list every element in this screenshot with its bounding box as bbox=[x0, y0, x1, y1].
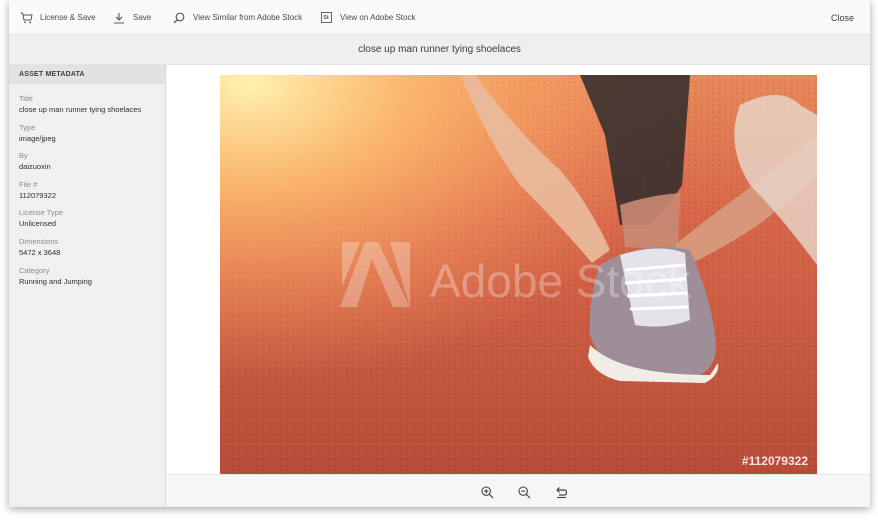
metadata-value: daizuoxin bbox=[19, 162, 51, 172]
asset-title: close up man runner tying shoelaces bbox=[9, 35, 870, 65]
view-similar-button[interactable]: View Similar from Adobe Stock bbox=[172, 0, 302, 35]
metadata-label: By bbox=[19, 151, 28, 161]
view-on-stock-label: View on Adobe Stock bbox=[340, 13, 416, 22]
preview-area: Adobe Stock #112079322 bbox=[167, 65, 870, 507]
asset-preview-image: Adobe Stock #112079322 bbox=[220, 75, 817, 474]
zoom-in-icon[interactable] bbox=[479, 484, 495, 500]
metadata-value: 112079322 bbox=[19, 190, 56, 200]
metadata-item-type: Type image/jpeg bbox=[19, 123, 165, 152]
reset-zoom-icon[interactable] bbox=[553, 484, 569, 500]
metadata-heading: ASSET METADATA bbox=[9, 65, 165, 84]
metadata-value: 5472 x 3648 bbox=[19, 247, 61, 257]
toolbar: License & Save Save View Similar from Ad… bbox=[9, 0, 870, 35]
preview-watermark: Adobe Stock bbox=[430, 255, 692, 307]
metadata-label: Type bbox=[19, 122, 36, 132]
metadata-item-category: Category Running and Jumping bbox=[19, 266, 165, 295]
zoom-controls bbox=[167, 474, 870, 507]
metadata-panel: ASSET METADATA Title close up man runner… bbox=[9, 65, 166, 507]
stock-icon: St bbox=[319, 11, 333, 25]
metadata-value: Unlicensed bbox=[19, 219, 57, 229]
metadata-label: Title bbox=[19, 94, 33, 103]
license-save-label: License & Save bbox=[40, 13, 96, 22]
view-on-stock-button[interactable]: St View on Adobe Stock bbox=[319, 0, 415, 35]
cart-icon bbox=[19, 11, 33, 25]
metadata-value: image/jpeg bbox=[19, 133, 56, 143]
license-save-button[interactable]: License & Save bbox=[19, 0, 96, 35]
save-button[interactable]: Save bbox=[112, 0, 151, 35]
asset-preview-window: License & Save Save View Similar from Ad… bbox=[9, 0, 870, 507]
metadata-label: File # bbox=[19, 179, 38, 189]
preview-file-tag: #112079322 bbox=[742, 454, 808, 468]
metadata-item-title: Title close up man runner tying shoelace… bbox=[19, 94, 165, 123]
save-label: Save bbox=[133, 13, 152, 22]
metadata-item-dimensions: Dimensions 5472 x 3648 bbox=[19, 237, 165, 266]
metadata-value: Running and Jumping bbox=[19, 276, 92, 286]
metadata-label: Category bbox=[19, 265, 50, 275]
metadata-item-file-number: File # 112079322 bbox=[19, 180, 165, 209]
metadata-label: Dimensions bbox=[19, 236, 59, 246]
close-button[interactable]: Close bbox=[831, 0, 854, 35]
metadata-list: Title close up man runner tying shoelace… bbox=[9, 84, 165, 294]
view-similar-label: View Similar from Adobe Stock bbox=[193, 13, 303, 22]
metadata-value: close up man runner tying shoelaces bbox=[19, 105, 142, 114]
download-icon bbox=[112, 11, 126, 25]
metadata-item-by: By daizuoxin bbox=[19, 151, 165, 180]
zoom-out-icon[interactable] bbox=[516, 484, 532, 500]
metadata-label: License Type bbox=[19, 208, 64, 218]
metadata-item-license-type: License Type Unlicensed bbox=[19, 208, 165, 237]
search-icon bbox=[172, 11, 186, 25]
